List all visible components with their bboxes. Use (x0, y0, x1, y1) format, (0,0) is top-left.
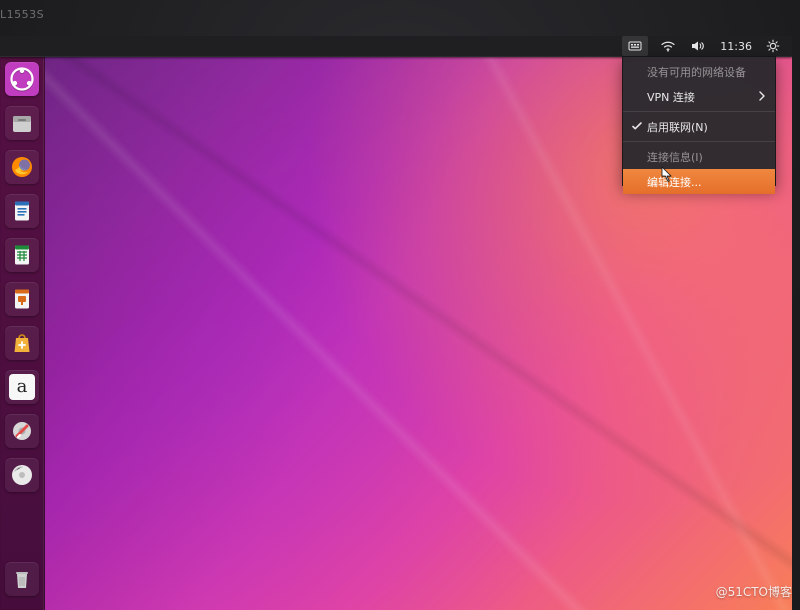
files-icon (9, 110, 35, 136)
watermark-text: @51CTO博客 (715, 585, 792, 599)
document-icon (9, 198, 35, 224)
photo-frame: L1553S 11:36 a 没有可用的网络设备 VPN 连接 启用联网(N) … (0, 0, 800, 610)
top-panel: 11:36 (0, 36, 792, 57)
launcher-amazon-button[interactable]: a (5, 370, 39, 404)
firefox-icon (9, 154, 35, 180)
screen: 11:36 a 没有可用的网络设备 VPN 连接 启用联网(N) 连接信息(I)… (0, 36, 792, 610)
amazon-icon: a (9, 374, 35, 400)
menu-item-edit-connections[interactable]: 编辑连接... (623, 169, 775, 194)
speaker-icon (690, 40, 706, 52)
menu-item-label: 没有可用的网络设备 (647, 65, 746, 79)
amazon-letter: a (16, 376, 28, 397)
session-menu-button[interactable] (764, 36, 782, 56)
menu-item-no-devices: 没有可用的网络设备 (623, 59, 775, 84)
menu-item-label: 启用联网(N) (647, 120, 708, 134)
network-menu: 没有可用的网络设备 VPN 连接 启用联网(N) 连接信息(I) 编辑连接... (622, 56, 776, 194)
menu-separator (623, 141, 775, 142)
trash-icon (9, 566, 35, 592)
wifi-icon (660, 40, 676, 52)
keyboard-icon (628, 40, 642, 52)
launcher-files-button[interactable] (5, 106, 39, 140)
chevron-right-icon (757, 90, 767, 102)
menu-item-enable-networking[interactable]: 启用联网(N) (623, 114, 775, 139)
network-indicator[interactable] (658, 36, 678, 56)
launcher-trash-button[interactable] (5, 562, 39, 596)
clock-indicator[interactable]: 11:36 (718, 36, 754, 56)
launcher-impress-button[interactable] (5, 282, 39, 316)
keyboard-indicator[interactable] (622, 36, 649, 56)
software-bag-icon (9, 330, 35, 356)
gear-icon (766, 39, 780, 53)
presentation-icon (9, 286, 35, 312)
menu-separator (623, 111, 775, 112)
checkmark-icon (631, 120, 643, 132)
launcher-settings-button[interactable] (5, 414, 39, 448)
menu-item-label: VPN 连接 (647, 90, 695, 104)
launcher-ubuntu-button[interactable] (5, 62, 39, 96)
menu-item-vpn[interactable]: VPN 连接 (623, 84, 775, 109)
time-text: 11:36 (720, 39, 752, 53)
ubuntu-logo-icon (9, 66, 35, 92)
settings-icon (9, 418, 35, 444)
disc-icon (9, 462, 35, 488)
launcher-disc-button[interactable] (5, 458, 39, 492)
menu-item-connection-info: 连接信息(I) (623, 144, 775, 169)
indicator-area: 11:36 (622, 36, 782, 56)
mouse-cursor-icon (661, 166, 673, 182)
monitor-model-label: L1553S (0, 8, 45, 21)
launcher-calc-button[interactable] (5, 238, 39, 272)
launcher: a (0, 56, 45, 610)
launcher-firefox-button[interactable] (5, 150, 39, 184)
launcher-writer-button[interactable] (5, 194, 39, 228)
menu-item-label: 编辑连接... (647, 175, 702, 189)
menu-item-label: 连接信息(I) (647, 150, 703, 164)
launcher-software-button[interactable] (5, 326, 39, 360)
spreadsheet-icon (9, 242, 35, 268)
sound-indicator[interactable] (688, 36, 708, 56)
